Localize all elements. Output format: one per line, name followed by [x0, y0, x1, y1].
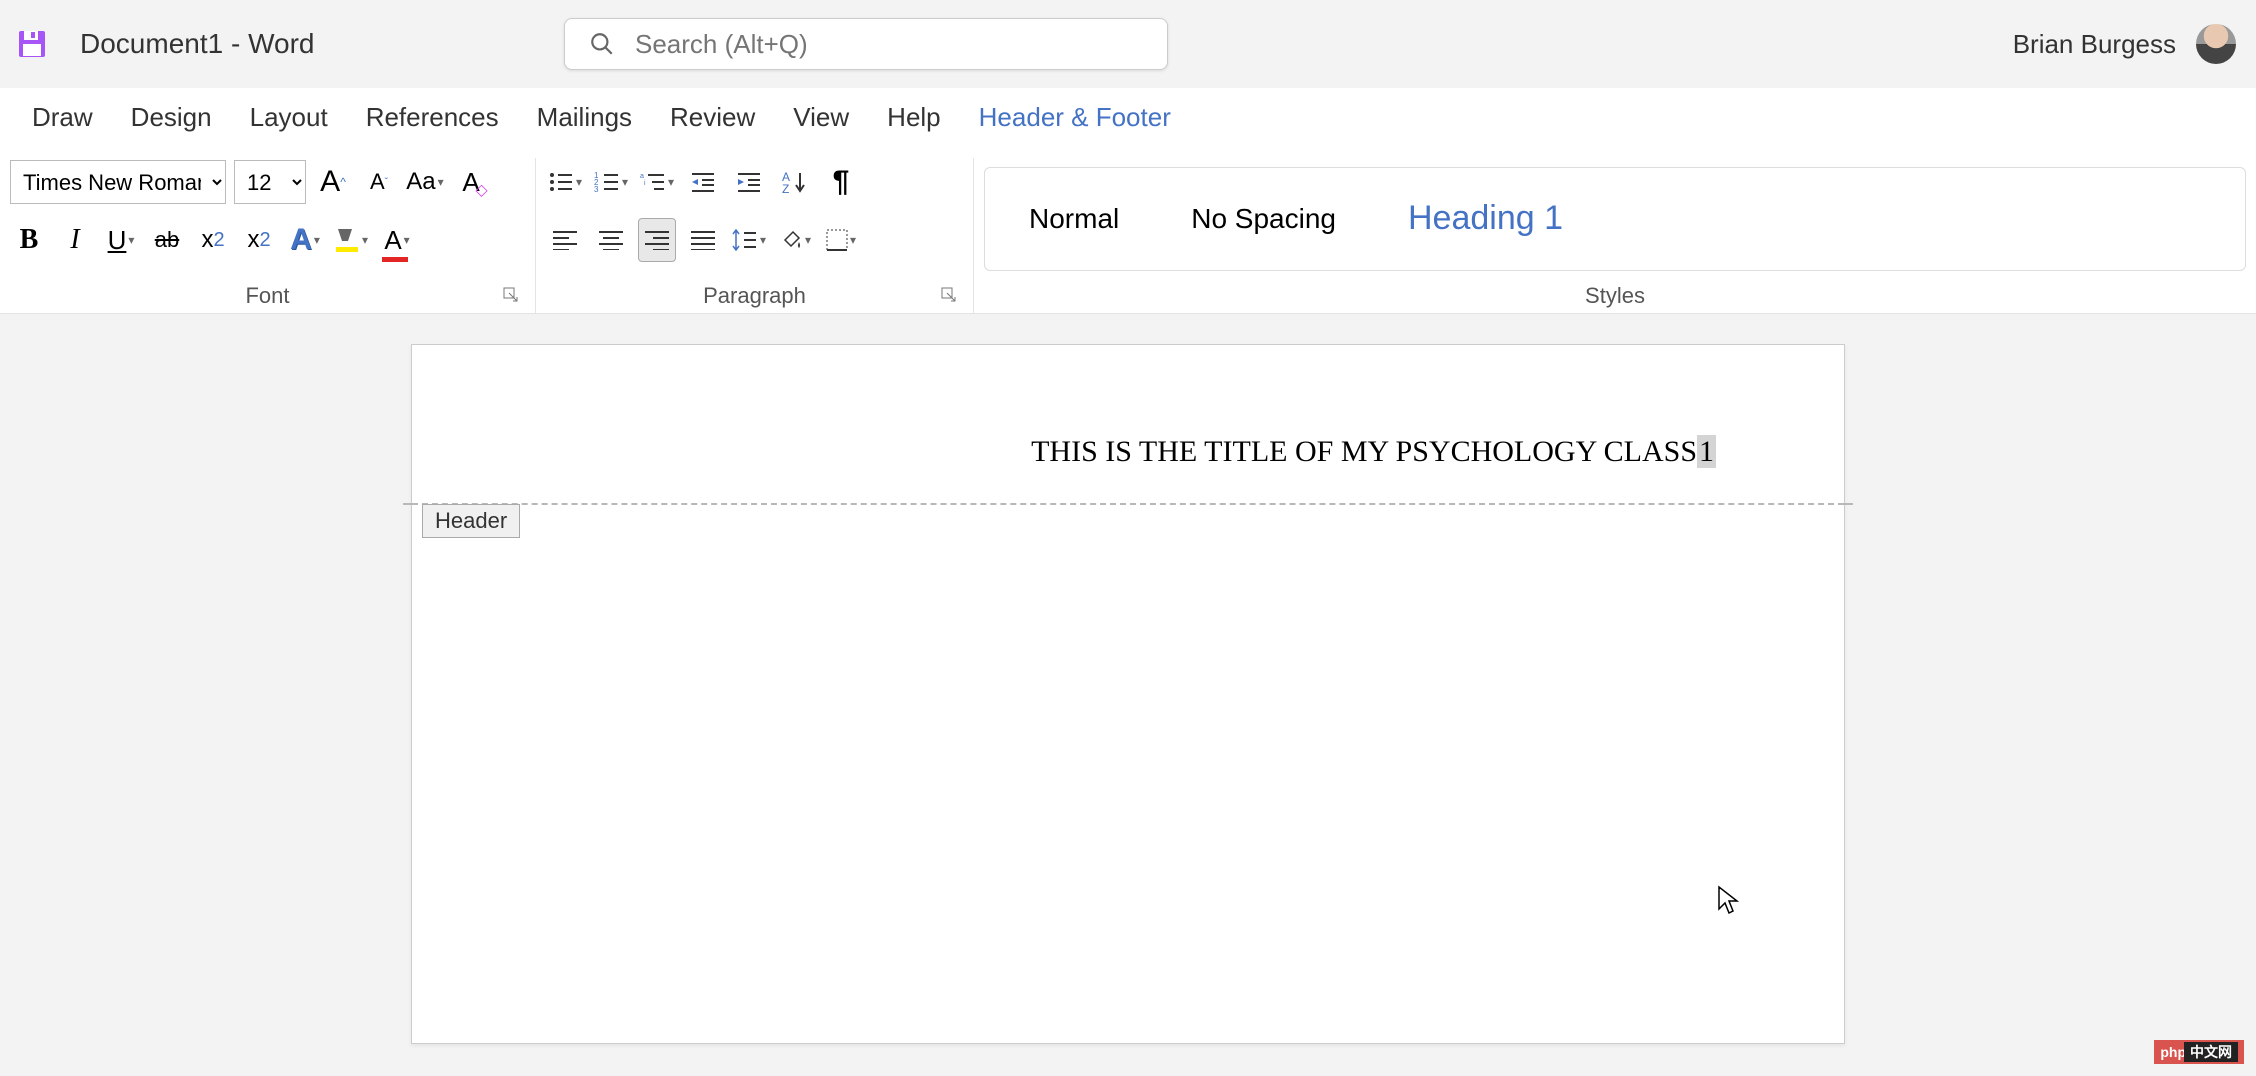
page[interactable]: THIS IS THE TITLE OF MY PSYCHOLOGY CLASS… — [411, 344, 1845, 1044]
mouse-cursor-icon — [1717, 885, 1739, 922]
clear-formatting-button[interactable]: A◇ — [452, 160, 490, 204]
highlight-button[interactable]: ▾ — [332, 218, 370, 262]
ribbon-tabs: Draw Design Layout References Mailings R… — [0, 88, 2256, 146]
font-group-label: Font — [10, 279, 525, 313]
sort-button[interactable]: AZ — [776, 160, 814, 204]
search-box[interactable] — [564, 18, 1168, 70]
ribbon: Times New Roman 12 A^ Aˇ Aa▾ A◇ B I U▾ a… — [0, 146, 2256, 314]
strikethrough-button[interactable]: ab — [148, 218, 186, 262]
header-title-text[interactable]: THIS IS THE TITLE OF MY PSYCHOLOGY CLASS — [1031, 435, 1697, 468]
user-name: Brian Burgess — [2013, 29, 2176, 60]
line-spacing-icon — [732, 229, 758, 251]
search-input[interactable] — [635, 29, 1143, 60]
subscript-button[interactable]: x2 — [194, 218, 232, 262]
svg-text:i: i — [644, 180, 646, 187]
tab-header-footer[interactable]: Header & Footer — [979, 102, 1171, 133]
tab-draw[interactable]: Draw — [32, 102, 93, 133]
shading-button[interactable]: ▾ — [776, 218, 814, 262]
align-right-button[interactable] — [638, 218, 676, 262]
styles-group-label: Styles — [984, 279, 2246, 313]
align-center-button[interactable] — [592, 218, 630, 262]
bullets-icon — [548, 171, 574, 193]
title-bar: Document1 - Word Brian Burgess — [0, 0, 2256, 88]
paragraph-dialog-launcher-icon[interactable] — [941, 283, 957, 309]
tab-design[interactable]: Design — [131, 102, 212, 133]
style-normal[interactable]: Normal — [993, 168, 1155, 270]
avatar[interactable] — [2196, 24, 2236, 64]
underline-button[interactable]: U▾ — [102, 218, 140, 262]
sort-icon: AZ — [782, 169, 808, 195]
paragraph-group: ▾ 123 ▾ ai ▾ AZ ¶ — [536, 158, 974, 313]
paint-bucket-icon — [779, 228, 803, 252]
header-page-number[interactable]: 1 — [1697, 435, 1716, 468]
font-group: Times New Roman 12 A^ Aˇ Aa▾ A◇ B I U▾ a… — [0, 158, 536, 313]
font-size-select[interactable]: 12 — [234, 160, 306, 204]
document-title: Document1 - Word — [80, 28, 314, 60]
svg-text:a: a — [640, 173, 644, 180]
tab-references[interactable]: References — [366, 102, 499, 133]
numbering-button[interactable]: 123 ▾ — [592, 160, 630, 204]
font-color-button[interactable]: A ▾ — [378, 218, 416, 262]
header-boundary: Header — [412, 503, 1844, 505]
align-left-button[interactable] — [546, 218, 584, 262]
superscript-button[interactable]: x2 — [240, 218, 278, 262]
multilevel-icon: ai — [640, 171, 666, 193]
justify-button[interactable] — [684, 218, 722, 262]
save-icon[interactable] — [16, 28, 48, 60]
watermark: php中文网 — [2154, 1040, 2244, 1064]
increase-indent-button[interactable] — [730, 160, 768, 204]
line-spacing-button[interactable]: ▾ — [730, 218, 768, 262]
header-content[interactable]: THIS IS THE TITLE OF MY PSYCHOLOGY CLASS… — [412, 345, 1844, 469]
text-effects-button[interactable]: A▾ — [286, 218, 324, 262]
italic-button[interactable]: I — [56, 218, 94, 262]
tab-help[interactable]: Help — [887, 102, 940, 133]
header-label-tab: Header — [422, 504, 520, 538]
change-case-button[interactable]: Aa▾ — [406, 160, 444, 204]
borders-icon — [826, 229, 848, 251]
shrink-font-button[interactable]: Aˇ — [360, 160, 398, 204]
outdent-icon — [690, 171, 716, 193]
styles-group: Normal No Spacing Heading 1 Styles — [974, 158, 2256, 313]
multilevel-list-button[interactable]: ai ▾ — [638, 160, 676, 204]
tab-layout[interactable]: Layout — [250, 102, 328, 133]
font-name-select[interactable]: Times New Roman — [10, 160, 226, 204]
document-canvas: THIS IS THE TITLE OF MY PSYCHOLOGY CLASS… — [0, 314, 2256, 1076]
indent-icon — [736, 171, 762, 193]
svg-text:3: 3 — [594, 185, 599, 193]
numbering-icon: 123 — [594, 171, 620, 193]
style-heading-1[interactable]: Heading 1 — [1372, 168, 1599, 270]
font-dialog-launcher-icon[interactable] — [503, 283, 519, 309]
style-no-spacing[interactable]: No Spacing — [1155, 168, 1372, 270]
bold-button[interactable]: B — [10, 218, 48, 262]
show-marks-button[interactable]: ¶ — [822, 160, 860, 204]
bullets-button[interactable]: ▾ — [546, 160, 584, 204]
tab-mailings[interactable]: Mailings — [537, 102, 632, 133]
styles-gallery[interactable]: Normal No Spacing Heading 1 — [984, 167, 2246, 271]
grow-font-button[interactable]: A^ — [314, 160, 352, 204]
tab-view[interactable]: View — [793, 102, 849, 133]
paragraph-group-label: Paragraph — [546, 279, 963, 313]
tab-review[interactable]: Review — [670, 102, 755, 133]
search-icon — [589, 31, 615, 57]
user-area[interactable]: Brian Burgess — [2013, 24, 2236, 64]
decrease-indent-button[interactable] — [684, 160, 722, 204]
svg-text:Z: Z — [782, 182, 789, 195]
borders-button[interactable]: ▾ — [822, 218, 860, 262]
